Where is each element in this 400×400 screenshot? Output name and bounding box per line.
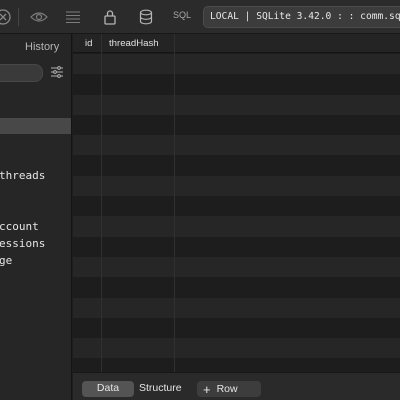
toolbar: SQL LOCAL | SQLite 3.42.0 : : comm.sqlit… xyxy=(0,0,400,34)
table-row[interactable] xyxy=(73,216,400,237)
sidebar: History threads ccount essions ge xyxy=(0,34,72,400)
sql-button[interactable]: SQL xyxy=(173,10,191,20)
table-row[interactable] xyxy=(73,338,400,359)
table-row[interactable] xyxy=(73,94,400,115)
table-row[interactable] xyxy=(73,135,400,156)
filter-icon[interactable] xyxy=(50,65,64,83)
table-row[interactable] xyxy=(73,236,400,257)
eye-icon[interactable] xyxy=(28,6,50,28)
add-row-button[interactable]: + Row xyxy=(197,381,261,397)
table-row[interactable] xyxy=(73,358,400,372)
database-icon[interactable] xyxy=(137,6,155,28)
history-tab[interactable]: History xyxy=(25,41,59,53)
column-divider[interactable] xyxy=(174,34,175,372)
table-row[interactable] xyxy=(73,155,400,176)
tab-structure[interactable]: Structure xyxy=(134,381,189,397)
table-row[interactable] xyxy=(73,114,400,136)
add-row-label: Row xyxy=(216,383,238,395)
table-row[interactable] xyxy=(73,277,400,298)
table-row[interactable] xyxy=(73,74,400,95)
connection-bar[interactable]: LOCAL | SQLite 3.42.0 : : comm.sqlite xyxy=(203,6,400,28)
sidebar-item-threads[interactable]: threads xyxy=(0,169,45,182)
table-row[interactable] xyxy=(73,317,400,339)
grid-header: id threadHash xyxy=(73,34,400,53)
table-row[interactable] xyxy=(73,54,400,75)
toolbar-separator xyxy=(18,8,19,26)
plus-icon: + xyxy=(203,381,211,397)
table-row[interactable] xyxy=(73,175,400,197)
bottom-bar: Data Structure + Row xyxy=(73,372,400,400)
sidebar-item-sessions[interactable]: essions xyxy=(0,237,45,250)
table-row[interactable] xyxy=(73,196,400,217)
tab-data[interactable]: Data xyxy=(82,381,134,397)
sidebar-item-account[interactable]: ccount xyxy=(0,220,39,233)
list-icon[interactable] xyxy=(64,6,82,28)
sidebar-item-message[interactable]: ge xyxy=(0,254,12,267)
column-divider[interactable] xyxy=(101,34,102,372)
table-row[interactable] xyxy=(73,297,400,318)
column-header-threadhash[interactable]: threadHash xyxy=(109,38,159,49)
search-input[interactable] xyxy=(0,64,43,82)
close-circle-icon[interactable] xyxy=(0,6,14,28)
lock-icon[interactable] xyxy=(101,6,119,28)
grid-rows xyxy=(73,54,400,372)
selected-table-row[interactable] xyxy=(0,118,71,134)
data-grid[interactable]: id threadHash xyxy=(73,34,400,372)
column-header-id[interactable]: id xyxy=(85,38,92,49)
table-row[interactable] xyxy=(73,256,400,278)
view-segmented-control: Data Structure xyxy=(82,381,189,397)
